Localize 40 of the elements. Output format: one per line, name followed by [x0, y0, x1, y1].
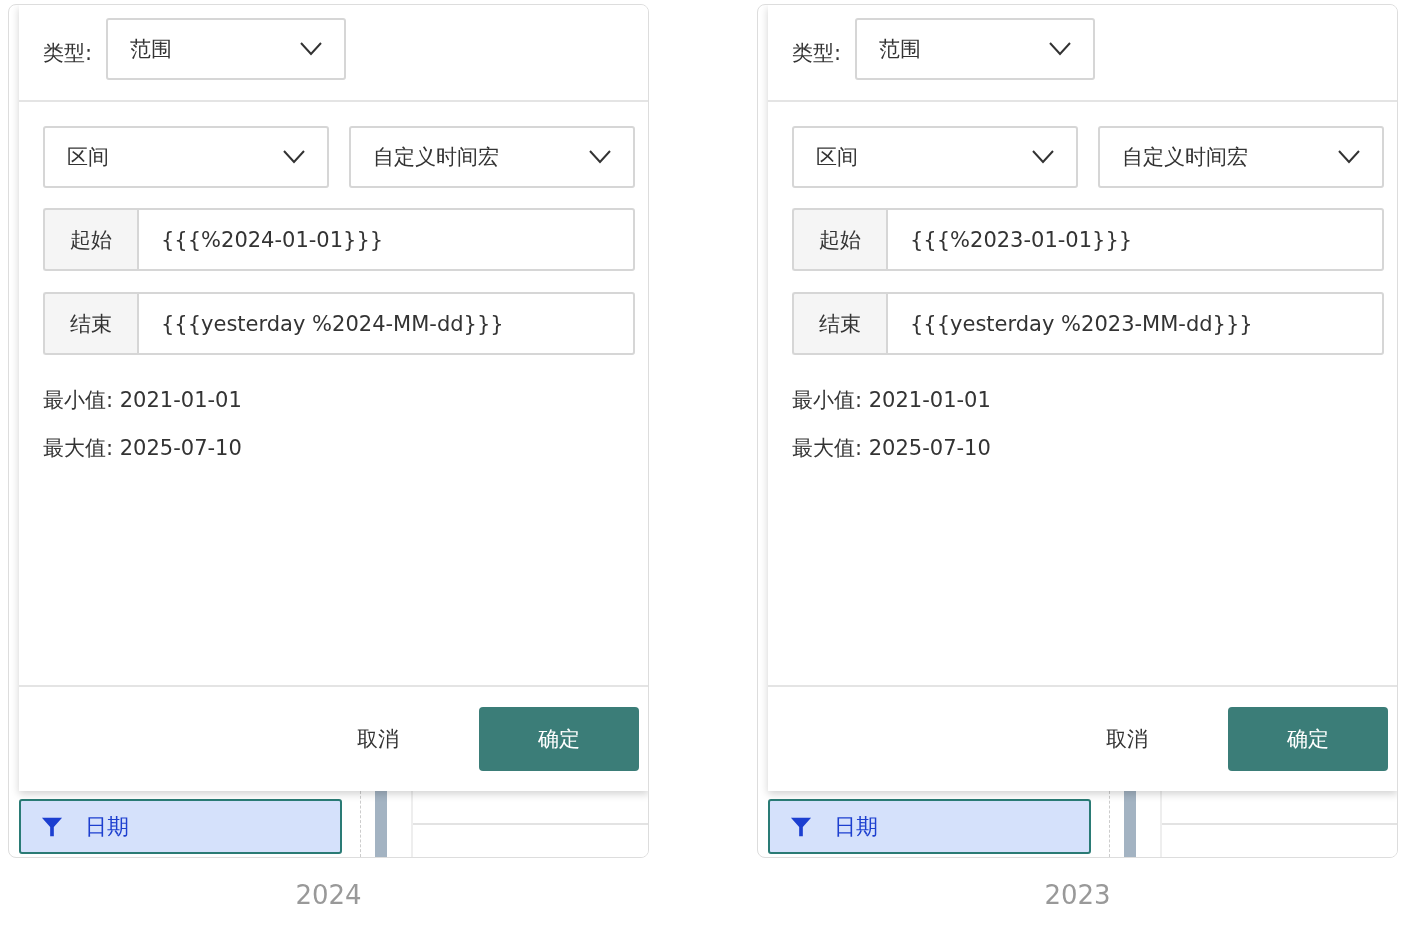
filter-icon	[41, 815, 63, 838]
type-label: 类型:	[792, 39, 842, 67]
chevron-down-icon	[589, 150, 611, 164]
macro-select[interactable]: 自定义时间宏	[1098, 126, 1384, 188]
type-label: 类型:	[43, 39, 93, 67]
scrollbar	[375, 791, 387, 857]
start-label: 起始	[43, 208, 137, 271]
chevron-down-icon	[283, 150, 305, 164]
chevron-down-icon	[1338, 150, 1360, 164]
field-name: 日期	[834, 812, 878, 841]
cancel-button[interactable]: 取消	[353, 717, 403, 761]
field-name: 日期	[85, 812, 129, 841]
end-input[interactable]: {{{yesterday %2023-MM-dd}}}	[886, 292, 1384, 355]
cancel-button[interactable]: 取消	[1102, 717, 1152, 761]
start-label: 起始	[792, 208, 886, 271]
type-select[interactable]: 范围	[106, 17, 347, 80]
start-input[interactable]: {{{%2023-01-01}}}	[886, 208, 1384, 271]
mode-select[interactable]: 区间	[792, 126, 1078, 188]
chevron-down-icon	[1049, 41, 1072, 56]
caption: 2023	[1044, 880, 1111, 910]
filter-icon	[790, 815, 812, 838]
confirm-button[interactable]: 确定	[479, 707, 639, 771]
type-select[interactable]: 范围	[855, 17, 1096, 80]
start-input[interactable]: {{{%2024-01-01}}}	[137, 208, 635, 271]
mode-select[interactable]: 区间	[43, 126, 329, 188]
max-value-text: 最大值: 2025-07-10	[43, 435, 243, 462]
field-chip[interactable]: 日期	[19, 799, 342, 854]
chevron-down-icon	[300, 41, 323, 56]
macro-select[interactable]: 自定义时间宏	[349, 126, 635, 188]
caption: 2024	[295, 880, 362, 910]
end-label: 结束	[43, 292, 137, 355]
min-value-text: 最小值: 2021-01-01	[43, 387, 243, 414]
min-value-text: 最小值: 2021-01-01	[792, 387, 992, 414]
chevron-down-icon	[1032, 150, 1054, 164]
end-input[interactable]: {{{yesterday %2024-MM-dd}}}	[137, 292, 635, 355]
max-value-text: 最大值: 2025-07-10	[792, 435, 992, 462]
confirm-button[interactable]: 确定	[1228, 707, 1388, 771]
field-chip[interactable]: 日期	[768, 799, 1091, 854]
end-label: 结束	[792, 292, 886, 355]
scrollbar	[1124, 791, 1136, 857]
